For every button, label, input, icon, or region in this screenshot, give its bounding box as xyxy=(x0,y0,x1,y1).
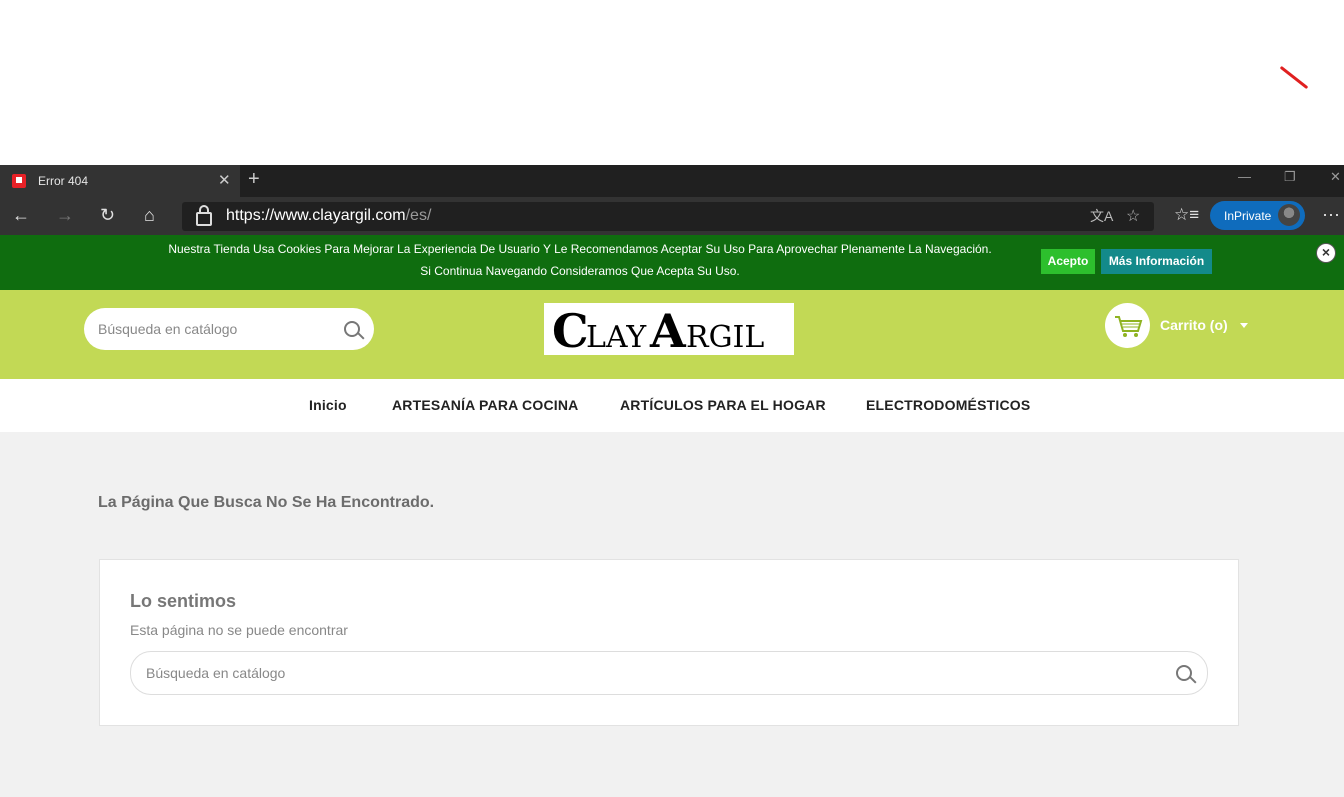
cookie-text-line2: Si Continua Navegando Consideramos Que A… xyxy=(420,264,740,278)
header-search-input[interactable]: Búsqueda en catálogo xyxy=(84,308,374,350)
svg-text:RGIL: RGIL xyxy=(686,320,764,355)
menu-item-electrodomesticos[interactable]: ELECTRODOMÉSTICOS xyxy=(866,397,1030,413)
window-close-icon[interactable]: ✕ xyxy=(1330,169,1341,185)
svg-text:LAY: LAY xyxy=(586,320,647,355)
translate-icon[interactable]: 文A xyxy=(1090,206,1113,226)
browser-tab[interactable]: Error 404 ✕ xyxy=(0,165,240,197)
chevron-down-icon[interactable] xyxy=(1240,323,1248,328)
site-logo[interactable]: C LAY A RGIL xyxy=(544,303,794,358)
avatar xyxy=(1278,204,1300,226)
more-info-button[interactable]: Más Información xyxy=(1101,249,1212,274)
inprivate-button[interactable]: InPrivate xyxy=(1210,201,1305,230)
svg-text:A: A xyxy=(649,304,687,355)
inprivate-label: InPrivate xyxy=(1224,209,1272,223)
star-icon[interactable]: ☆ xyxy=(1126,206,1140,226)
new-tab-button[interactable]: + xyxy=(248,168,260,191)
card-title: Lo sentimos xyxy=(130,591,237,611)
forward-icon[interactable]: → xyxy=(56,205,74,226)
restore-icon[interactable]: ❐ xyxy=(1284,169,1296,185)
main-menu: Inicio ARTESANÍA PARA COCINA ARTÍCULOS P… xyxy=(0,379,1344,432)
desktop-area xyxy=(0,0,1344,165)
card-subtitle: Esta página no se puede encontrar xyxy=(130,622,348,638)
back-icon[interactable]: ← xyxy=(12,205,30,226)
refresh-icon[interactable]: ↻ xyxy=(100,205,115,226)
catalog-search-input[interactable]: Búsqueda en catálogo xyxy=(130,651,1208,695)
close-tab-icon[interactable]: ✕ xyxy=(218,171,231,189)
url-host: https://www.clayargil.com xyxy=(226,207,406,224)
lock-icon xyxy=(196,205,212,226)
accept-cookies-button[interactable]: Acepto xyxy=(1041,249,1095,274)
favorites-icon[interactable]: ☆≡ xyxy=(1174,205,1199,225)
site-header: Búsqueda en catálogo C LAY A RGIL Carrit… xyxy=(0,290,1344,379)
search-icon[interactable] xyxy=(344,321,360,337)
menu-item-articulos[interactable]: ARTÍCULOS PARA EL HOGAR xyxy=(620,397,826,413)
favicon-icon xyxy=(12,174,26,188)
url-path: /es/ xyxy=(405,207,432,224)
home-icon[interactable]: ⌂ xyxy=(144,205,155,226)
url-text: https://www.clayargil.com/es/ xyxy=(226,207,431,225)
minimize-icon[interactable]: — xyxy=(1238,169,1251,184)
more-icon[interactable]: ⋯ xyxy=(1322,205,1340,226)
svg-text:C: C xyxy=(552,304,589,355)
menu-item-artesania[interactable]: ARTESANÍA PARA COCINA xyxy=(392,397,578,413)
page-title: La Página Que Busca No Se Ha Encontrado. xyxy=(98,494,435,511)
main-content: La Página Que Busca No Se Ha Encontrado.… xyxy=(0,432,1344,797)
logo-graphic: C LAY A RGIL xyxy=(552,304,764,358)
search-icon[interactable] xyxy=(1176,665,1192,681)
not-found-card: Lo sentimos Esta página no se puede enco… xyxy=(99,559,1239,726)
cart-icon[interactable] xyxy=(1105,303,1150,348)
search-placeholder: Búsqueda en catálogo xyxy=(146,665,286,681)
browser-tab-bar: Error 404 ✕ + — ❐ ✕ xyxy=(0,165,1344,197)
tab-title: Error 404 xyxy=(38,174,89,188)
search-placeholder: Búsqueda en catálogo xyxy=(98,321,238,337)
cookie-text-line1: Nuestra Tienda Usa Cookies Para Mejorar … xyxy=(168,242,992,256)
cart-label[interactable]: Carrito (o) xyxy=(1160,317,1228,333)
close-cookie-icon[interactable]: × xyxy=(1316,243,1336,263)
address-bar[interactable]: https://www.clayargil.com/es/ 文A ☆ xyxy=(182,202,1154,231)
menu-item-inicio[interactable]: Inicio xyxy=(309,397,347,413)
browser-toolbar: ← → ↻ ⌂ https://www.clayargil.com/es/ 文A… xyxy=(0,197,1344,235)
